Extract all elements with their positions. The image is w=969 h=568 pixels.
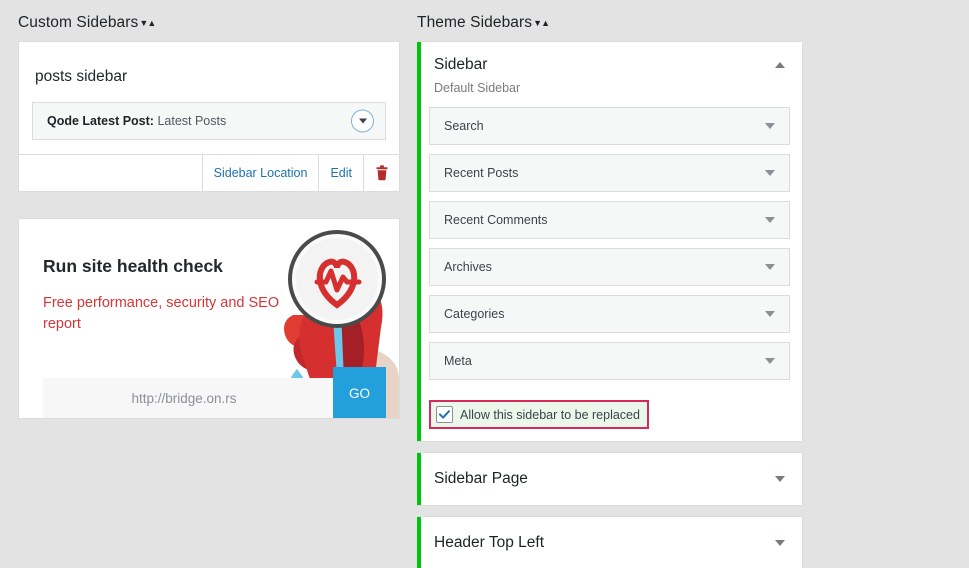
custom-sidebars-sort-toggles[interactable]: ▼▲ [139, 13, 156, 31]
widget-row-label-rest: Latest Posts [153, 114, 227, 128]
checkmark-icon [439, 410, 450, 419]
panel-widget-recent-posts[interactable]: Recent Posts [429, 154, 790, 192]
theme-sidebars-column: Sidebar Default Sidebar Search Recent Po… [417, 41, 803, 568]
panel-widget-label: Search [444, 119, 484, 133]
panel-widget-label: Categories [444, 307, 505, 321]
panel-title: Header Top Left [434, 534, 545, 551]
panel-header-sidebar[interactable]: Sidebar Default Sidebar [417, 42, 802, 107]
custom-sidebars-heading: Custom Sidebars▼▲ [18, 13, 156, 32]
theme-sidebar-panel-header-top-left: Header Top Left [417, 516, 803, 568]
panel-widget-meta[interactable]: Meta [429, 342, 790, 380]
theme-sidebars-heading: Theme Sidebars▼▲ [417, 13, 550, 32]
allow-replace-label[interactable]: Allow this sidebar to be replaced [460, 408, 640, 422]
chevron-up-icon[interactable] [775, 62, 785, 68]
panel-widget-label: Archives [444, 260, 492, 274]
site-health-subtitle: Free performance, security and SEO repor… [43, 295, 280, 333]
widget-row-label: Qode Latest Post: Latest Posts [47, 114, 226, 128]
custom-sidebars-column: posts sidebar Qode Latest Post: Latest P… [18, 41, 400, 419]
chevron-down-icon[interactable] [765, 311, 775, 317]
trash-icon [376, 165, 387, 181]
site-health-title: Run site health check [43, 256, 223, 276]
panel-description: Default Sidebar [434, 81, 521, 95]
widget-row-label-bold: Qode Latest Post: [47, 114, 154, 128]
chevron-down-icon[interactable] [775, 476, 785, 482]
chevron-down-icon[interactable] [765, 170, 775, 176]
panel-header-header-top-left[interactable]: Header Top Left [417, 517, 802, 568]
chevron-down-icon[interactable] [765, 217, 775, 223]
custom-sidebar-title: posts sidebar [35, 68, 128, 85]
triangle-up-icon[interactable]: ▲ [147, 19, 156, 28]
custom-sidebar-widget-list: Qode Latest Post: Latest Posts [19, 102, 399, 154]
panel-widget-categories[interactable]: Categories [429, 295, 790, 333]
custom-sidebar-footer: Sidebar Location Edit [19, 154, 399, 191]
site-health-content: Run site health check Free performance, … [19, 219, 305, 335]
panel-widget-label: Recent Comments [444, 213, 548, 227]
edit-sidebar-link[interactable]: Edit [318, 155, 363, 191]
delete-sidebar-button[interactable] [363, 155, 399, 191]
chevron-down-icon[interactable] [765, 358, 775, 364]
theme-sidebar-panel-sidebar-page: Sidebar Page [417, 452, 803, 506]
widgets-admin-page: Custom Sidebars▼▲ posts sidebar Qode Lat… [0, 0, 969, 568]
chevron-down-icon[interactable] [775, 540, 785, 546]
panel-widget-label: Meta [444, 354, 472, 368]
site-health-form: GO [43, 367, 386, 418]
custom-sidebars-heading-text: Custom Sidebars [18, 14, 139, 31]
panel-widget-list: Search Recent Posts Recent Comments Arch… [417, 107, 802, 391]
site-url-input[interactable] [43, 378, 383, 418]
sidebar-location-link[interactable]: Sidebar Location [201, 155, 319, 191]
panel-title: Sidebar Page [434, 470, 528, 487]
panel-header-sidebar-page[interactable]: Sidebar Page [417, 453, 802, 505]
allow-replace-checkbox[interactable] [436, 406, 453, 423]
theme-sidebars-heading-text: Theme Sidebars [417, 14, 533, 31]
panel-widget-archives[interactable]: Archives [429, 248, 790, 286]
chevron-down-circle-icon[interactable] [351, 109, 374, 133]
custom-sidebar-card: posts sidebar Qode Latest Post: Latest P… [18, 41, 400, 192]
allow-replace-highlight: Allow this sidebar to be replaced [429, 400, 649, 429]
theme-sidebars-sort-toggles[interactable]: ▼▲ [533, 13, 550, 31]
panel-title: Sidebar [434, 56, 488, 73]
panel-widget-search[interactable]: Search [429, 107, 790, 145]
widget-row-qode-latest-post[interactable]: Qode Latest Post: Latest Posts [32, 102, 386, 140]
go-button[interactable]: GO [333, 367, 386, 418]
theme-sidebar-panel-sidebar: Sidebar Default Sidebar Search Recent Po… [417, 41, 803, 442]
chevron-down-icon[interactable] [765, 264, 775, 270]
triangle-up-icon[interactable]: ▲ [541, 19, 550, 28]
chevron-down-glyph [358, 118, 367, 124]
site-health-banner: Run site health check Free performance, … [18, 218, 400, 419]
allow-replace-row: Allow this sidebar to be replaced [417, 391, 802, 441]
panel-widget-recent-comments[interactable]: Recent Comments [429, 201, 790, 239]
panel-widget-label: Recent Posts [444, 166, 519, 180]
chevron-down-icon[interactable] [765, 123, 775, 129]
